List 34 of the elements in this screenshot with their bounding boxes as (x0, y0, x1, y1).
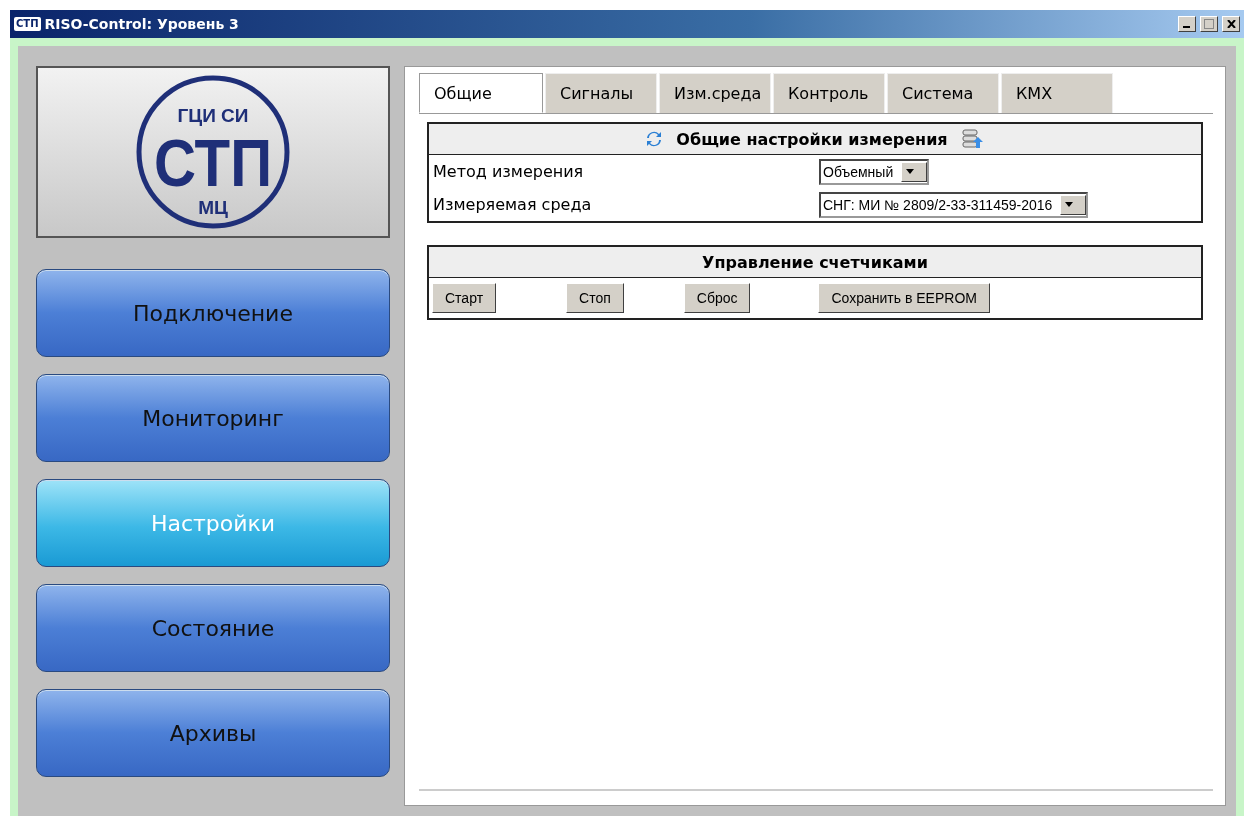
counter-button[interactable]: Старт (432, 283, 497, 313)
dropdown-button[interactable] (1060, 194, 1087, 215)
maximize-icon (1204, 19, 1214, 29)
counter-button[interactable]: Сохранить в EEPROM (818, 283, 990, 313)
dropdown-button[interactable] (901, 161, 928, 182)
nav-button[interactable]: Мониторинг (36, 374, 390, 462)
tab[interactable]: Изм.среда (659, 73, 771, 113)
app-icon: СТП (14, 17, 41, 31)
tab[interactable]: КМХ (1001, 73, 1113, 113)
close-icon (1226, 20, 1236, 28)
nav-button[interactable]: Архивы (36, 689, 390, 777)
tab[interactable]: Общие (419, 73, 543, 113)
window-title: RISO-Control: Уровень 3 (44, 16, 240, 32)
counter-button[interactable]: Сброс (683, 283, 751, 313)
dropdown-field[interactable]: Объемный (819, 158, 930, 185)
field-label: Метод измерения (433, 162, 585, 181)
caret-icon (1065, 202, 1074, 207)
dropdown-field[interactable]: СНГ: МИ № 2809/2-33-311459-2016 (819, 191, 1089, 218)
section-title: Управление счетчиками (702, 252, 928, 272)
maximize-button[interactable] (1200, 16, 1218, 32)
section-title: Общие настройки измерения (676, 129, 948, 149)
refresh-icon[interactable] (646, 131, 663, 147)
minimize-button[interactable] (1178, 16, 1196, 32)
database-upload-icon[interactable] (961, 129, 984, 149)
tab[interactable]: Система (887, 73, 999, 113)
nav-button[interactable]: Состояние (36, 584, 390, 672)
nav-button[interactable]: Подключение (36, 269, 390, 357)
close-button[interactable] (1222, 16, 1240, 32)
caret-icon (906, 169, 915, 174)
logo-drawing: ГЦИ СИ СТП МЦ (135, 74, 291, 230)
field-label: Измеряемая среда (433, 195, 593, 214)
tab[interactable]: Сигналы (545, 73, 657, 113)
counter-button[interactable]: Стоп (566, 283, 624, 313)
tab[interactable]: Контроль (773, 73, 885, 113)
